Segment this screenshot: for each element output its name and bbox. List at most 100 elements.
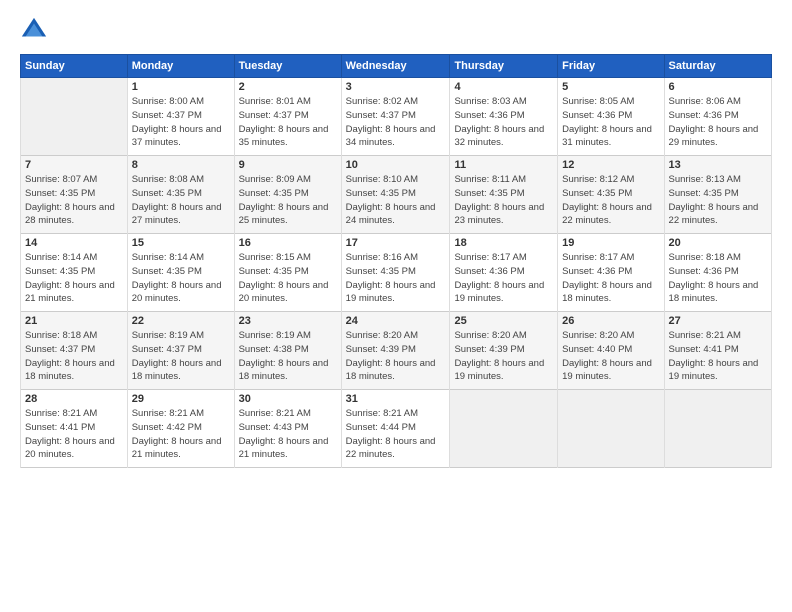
day-number: 9 bbox=[239, 159, 337, 171]
header-sunday: Sunday bbox=[21, 55, 128, 78]
day-cell: 29Sunrise: 8:21 AM Sunset: 4:42 PM Dayli… bbox=[127, 390, 234, 468]
day-cell: 5 Sunrise: 8:05 AM Sunset: 4:36 PM Daylig… bbox=[558, 78, 664, 156]
day-cell: 21 Sunrise: 8:18 AM Sunset: 4:37 PM Dayli… bbox=[21, 312, 128, 390]
day-number: 3 bbox=[346, 81, 446, 93]
day-number: 15 bbox=[132, 237, 230, 249]
header-wednesday: Wednesday bbox=[341, 55, 450, 78]
day-number: 2 bbox=[239, 81, 337, 93]
day-cell: 17 Sunrise: 8:16 AM Sunset: 4:35 PM Dayli… bbox=[341, 234, 450, 312]
day-info: Sunrise: 8:18 AM Sunset: 4:37 PM Dayligh… bbox=[25, 329, 123, 384]
day-number: 27 bbox=[669, 315, 767, 327]
day-cell: 6 Sunrise: 8:06 AM Sunset: 4:36 PM Daylig… bbox=[664, 78, 771, 156]
day-number: 16 bbox=[239, 237, 337, 249]
day-number: 22 bbox=[132, 315, 230, 327]
day-cell: 26Sunrise: 8:20 AM Sunset: 4:40 PM Dayli… bbox=[558, 312, 664, 390]
day-cell: 25 Sunrise: 8:20 AM Sunset: 4:39 PM Dayli… bbox=[450, 312, 558, 390]
day-info: Sunrise: 8:12 AM Sunset: 4:35 PM Dayligh… bbox=[562, 173, 659, 228]
day-number: 25 bbox=[454, 315, 553, 327]
day-info: Sunrise: 8:02 AM Sunset: 4:37 PM Dayligh… bbox=[346, 95, 446, 150]
header-saturday: Saturday bbox=[664, 55, 771, 78]
page: SundayMondayTuesdayWednesdayThursdayFrid… bbox=[0, 0, 792, 612]
day-number: 19 bbox=[562, 237, 659, 249]
day-cell: 7 Sunrise: 8:07 AM Sunset: 4:35 PM Daylig… bbox=[21, 156, 128, 234]
day-number: 21 bbox=[25, 315, 123, 327]
day-number: 20 bbox=[669, 237, 767, 249]
day-cell: 15 Sunrise: 8:14 AM Sunset: 4:35 PM Dayli… bbox=[127, 234, 234, 312]
day-info: Sunrise: 8:14 AM Sunset: 4:35 PM Dayligh… bbox=[132, 251, 230, 306]
day-number: 30 bbox=[239, 393, 337, 405]
header bbox=[20, 16, 772, 44]
day-info: Sunrise: 8:09 AM Sunset: 4:35 PM Dayligh… bbox=[239, 173, 337, 228]
day-number: 10 bbox=[346, 159, 446, 171]
day-cell: 11Sunrise: 8:11 AM Sunset: 4:35 PM Dayli… bbox=[450, 156, 558, 234]
header-monday: Monday bbox=[127, 55, 234, 78]
day-cell: 18Sunrise: 8:17 AM Sunset: 4:36 PM Dayli… bbox=[450, 234, 558, 312]
day-info: Sunrise: 8:19 AM Sunset: 4:37 PM Dayligh… bbox=[132, 329, 230, 384]
day-info: Sunrise: 8:20 AM Sunset: 4:39 PM Dayligh… bbox=[454, 329, 553, 384]
day-info: Sunrise: 8:00 AM Sunset: 4:37 PM Dayligh… bbox=[132, 95, 230, 150]
day-info: Sunrise: 8:03 AM Sunset: 4:36 PM Dayligh… bbox=[454, 95, 553, 150]
day-number: 13 bbox=[669, 159, 767, 171]
day-number: 14 bbox=[25, 237, 123, 249]
week-row-1: 1Sunrise: 8:00 AM Sunset: 4:37 PM Daylig… bbox=[21, 78, 772, 156]
day-info: Sunrise: 8:20 AM Sunset: 4:39 PM Dayligh… bbox=[346, 329, 446, 384]
day-cell: 14 Sunrise: 8:14 AM Sunset: 4:35 PM Dayli… bbox=[21, 234, 128, 312]
header-row: SundayMondayTuesdayWednesdayThursdayFrid… bbox=[21, 55, 772, 78]
day-info: Sunrise: 8:15 AM Sunset: 4:35 PM Dayligh… bbox=[239, 251, 337, 306]
day-cell: 24Sunrise: 8:20 AM Sunset: 4:39 PM Dayli… bbox=[341, 312, 450, 390]
day-cell: 28Sunrise: 8:21 AM Sunset: 4:41 PM Dayli… bbox=[21, 390, 128, 468]
day-cell: 31 Sunrise: 8:21 AM Sunset: 4:44 PM Dayli… bbox=[341, 390, 450, 468]
day-number: 5 bbox=[562, 81, 659, 93]
day-info: Sunrise: 8:14 AM Sunset: 4:35 PM Dayligh… bbox=[25, 251, 123, 306]
day-info: Sunrise: 8:01 AM Sunset: 4:37 PM Dayligh… bbox=[239, 95, 337, 150]
day-cell: 23Sunrise: 8:19 AM Sunset: 4:38 PM Dayli… bbox=[234, 312, 341, 390]
day-cell bbox=[21, 78, 128, 156]
day-cell: 13 Sunrise: 8:13 AM Sunset: 4:35 PM Dayli… bbox=[664, 156, 771, 234]
day-cell: 4 Sunrise: 8:03 AM Sunset: 4:36 PM Daylig… bbox=[450, 78, 558, 156]
day-cell: 9 Sunrise: 8:09 AM Sunset: 4:35 PM Daylig… bbox=[234, 156, 341, 234]
day-info: Sunrise: 8:10 AM Sunset: 4:35 PM Dayligh… bbox=[346, 173, 446, 228]
day-number: 4 bbox=[454, 81, 553, 93]
day-cell: 27 Sunrise: 8:21 AM Sunset: 4:41 PM Dayli… bbox=[664, 312, 771, 390]
day-number: 18 bbox=[454, 237, 553, 249]
header-thursday: Thursday bbox=[450, 55, 558, 78]
day-number: 17 bbox=[346, 237, 446, 249]
day-info: Sunrise: 8:11 AM Sunset: 4:35 PM Dayligh… bbox=[454, 173, 553, 228]
day-cell bbox=[664, 390, 771, 468]
day-info: Sunrise: 8:05 AM Sunset: 4:36 PM Dayligh… bbox=[562, 95, 659, 150]
day-info: Sunrise: 8:17 AM Sunset: 4:36 PM Dayligh… bbox=[562, 251, 659, 306]
day-cell: 8 Sunrise: 8:08 AM Sunset: 4:35 PM Daylig… bbox=[127, 156, 234, 234]
day-info: Sunrise: 8:21 AM Sunset: 4:43 PM Dayligh… bbox=[239, 407, 337, 462]
day-number: 12 bbox=[562, 159, 659, 171]
day-cell: 16 Sunrise: 8:15 AM Sunset: 4:35 PM Dayli… bbox=[234, 234, 341, 312]
day-cell: 1Sunrise: 8:00 AM Sunset: 4:37 PM Daylig… bbox=[127, 78, 234, 156]
day-cell: 10 Sunrise: 8:10 AM Sunset: 4:35 PM Dayli… bbox=[341, 156, 450, 234]
day-number: 31 bbox=[346, 393, 446, 405]
day-cell bbox=[450, 390, 558, 468]
day-info: Sunrise: 8:16 AM Sunset: 4:35 PM Dayligh… bbox=[346, 251, 446, 306]
day-cell: 2 Sunrise: 8:01 AM Sunset: 4:37 PM Daylig… bbox=[234, 78, 341, 156]
day-number: 6 bbox=[669, 81, 767, 93]
day-info: Sunrise: 8:06 AM Sunset: 4:36 PM Dayligh… bbox=[669, 95, 767, 150]
day-cell: 3 Sunrise: 8:02 AM Sunset: 4:37 PM Daylig… bbox=[341, 78, 450, 156]
day-cell: 30 Sunrise: 8:21 AM Sunset: 4:43 PM Dayli… bbox=[234, 390, 341, 468]
day-info: Sunrise: 8:13 AM Sunset: 4:35 PM Dayligh… bbox=[669, 173, 767, 228]
day-cell: 12 Sunrise: 8:12 AM Sunset: 4:35 PM Dayli… bbox=[558, 156, 664, 234]
day-info: Sunrise: 8:20 AM Sunset: 4:40 PM Dayligh… bbox=[562, 329, 659, 384]
day-cell bbox=[558, 390, 664, 468]
header-tuesday: Tuesday bbox=[234, 55, 341, 78]
day-number: 7 bbox=[25, 159, 123, 171]
week-row-2: 7 Sunrise: 8:07 AM Sunset: 4:35 PM Daylig… bbox=[21, 156, 772, 234]
day-info: Sunrise: 8:08 AM Sunset: 4:35 PM Dayligh… bbox=[132, 173, 230, 228]
day-info: Sunrise: 8:07 AM Sunset: 4:35 PM Dayligh… bbox=[25, 173, 123, 228]
day-info: Sunrise: 8:18 AM Sunset: 4:36 PM Dayligh… bbox=[669, 251, 767, 306]
day-info: Sunrise: 8:21 AM Sunset: 4:41 PM Dayligh… bbox=[25, 407, 123, 462]
day-info: Sunrise: 8:19 AM Sunset: 4:38 PM Dayligh… bbox=[239, 329, 337, 384]
day-info: Sunrise: 8:21 AM Sunset: 4:41 PM Dayligh… bbox=[669, 329, 767, 384]
day-cell: 20 Sunrise: 8:18 AM Sunset: 4:36 PM Dayli… bbox=[664, 234, 771, 312]
day-number: 8 bbox=[132, 159, 230, 171]
week-row-5: 28Sunrise: 8:21 AM Sunset: 4:41 PM Dayli… bbox=[21, 390, 772, 468]
day-cell: 22 Sunrise: 8:19 AM Sunset: 4:37 PM Dayli… bbox=[127, 312, 234, 390]
day-info: Sunrise: 8:21 AM Sunset: 4:44 PM Dayligh… bbox=[346, 407, 446, 462]
day-info: Sunrise: 8:21 AM Sunset: 4:42 PM Dayligh… bbox=[132, 407, 230, 462]
